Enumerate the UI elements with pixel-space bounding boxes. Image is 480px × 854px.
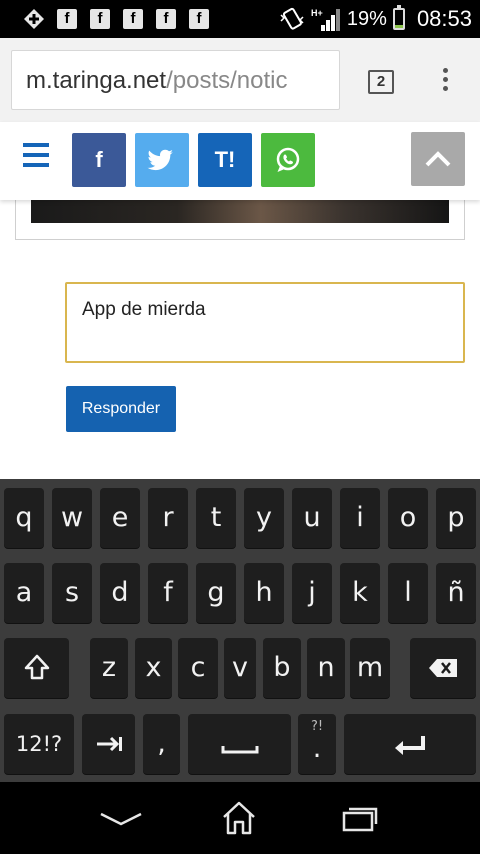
facebook-icon: f (189, 9, 209, 29)
tab-switcher-button[interactable]: 2 (368, 70, 394, 94)
key-x[interactable]: x (135, 638, 172, 698)
url-bar[interactable]: m.taringa.net/posts/notic (11, 50, 340, 110)
signal-icon: H+ (311, 8, 340, 31)
comma-key[interactable]: , (143, 714, 180, 774)
hamburger-menu-icon[interactable] (23, 143, 49, 173)
key-i[interactable]: i (340, 488, 380, 548)
shift-icon (24, 654, 49, 680)
key-q[interactable]: q (4, 488, 44, 548)
facebook-icon: f (123, 9, 143, 29)
whatsapp-share-button[interactable] (261, 133, 315, 187)
key-v[interactable]: v (224, 638, 256, 698)
status-bar: f f f f f H+ 19% 08:53 (0, 0, 480, 38)
key-l[interactable]: l (388, 563, 428, 623)
tab-key[interactable] (82, 714, 135, 774)
twitter-icon (147, 149, 173, 171)
svg-text:H+: H+ (311, 8, 323, 18)
facebook-icon: f (90, 9, 110, 29)
facebook-share-button[interactable]: f (72, 133, 126, 187)
key-w[interactable]: w (52, 488, 92, 548)
key-m[interactable]: m (350, 638, 390, 698)
key-h[interactable]: h (244, 563, 284, 623)
battery-icon (392, 5, 405, 30)
notification-icons: f f f f f (24, 9, 209, 29)
share-toolbar: f T! (0, 122, 480, 200)
tab-icon (96, 736, 122, 752)
key-e[interactable]: e (100, 488, 140, 548)
url-host: m.taringa.net (26, 67, 167, 94)
reply-submit-button[interactable]: Responder (66, 386, 176, 432)
key-u[interactable]: u (292, 488, 332, 548)
whatsapp-icon (276, 147, 300, 172)
enter-icon (395, 736, 425, 755)
key-k[interactable]: k (340, 563, 380, 623)
key-f[interactable]: f (148, 563, 188, 623)
backspace-key[interactable] (410, 638, 476, 698)
shift-key[interactable] (4, 638, 69, 698)
video-thumbnail[interactable] (31, 196, 449, 223)
vibrate-icon (280, 7, 304, 30)
key-t[interactable]: t (196, 488, 236, 548)
clock: 08:53 (416, 6, 472, 31)
key-s[interactable]: s (52, 563, 92, 623)
backspace-icon (429, 659, 457, 677)
key-o[interactable]: o (388, 488, 428, 548)
url-path: /posts/notic (166, 67, 288, 94)
key-g[interactable]: g (196, 563, 236, 623)
plus-icon (24, 9, 44, 29)
taringa-share-button[interactable]: T! (198, 133, 252, 187)
scroll-to-top-button[interactable] (411, 132, 465, 186)
key-p[interactable]: p (436, 488, 476, 548)
period-hint: ?! (310, 719, 324, 734)
key-j[interactable]: j (292, 563, 332, 623)
key-r[interactable]: r (148, 488, 188, 548)
reply-input[interactable]: App de mierda (65, 282, 465, 363)
space-icon (221, 746, 258, 754)
navigation-bar (0, 782, 480, 854)
key-c[interactable]: c (178, 638, 218, 698)
home-icon[interactable] (220, 800, 258, 836)
facebook-icon: f (57, 9, 77, 29)
chevron-up-icon (425, 151, 451, 167)
symbols-key[interactable]: 12!? (4, 714, 74, 774)
overflow-menu-icon[interactable] (443, 68, 449, 95)
key-d[interactable]: d (100, 563, 140, 623)
recent-apps-icon[interactable] (340, 800, 380, 836)
key-y[interactable]: y (244, 488, 284, 548)
twitter-share-button[interactable] (135, 133, 189, 187)
screen: f f f f f H+ 19% 08:53 m.taringa.net/pos… (0, 0, 480, 854)
system-indicators: H+ 19% 08:53 (279, 5, 472, 32)
enter-key[interactable] (344, 714, 476, 774)
key-n[interactable]: n (307, 638, 345, 698)
period-key[interactable]: ?! . (298, 714, 336, 774)
browser-toolbar: m.taringa.net/posts/notic 2 (0, 38, 480, 122)
back-chevron-icon[interactable] (98, 800, 144, 836)
soft-keyboard: q w e r t y u i o p a s d f g h j k l ñ … (0, 479, 480, 782)
key-a[interactable]: a (4, 563, 44, 623)
space-key[interactable] (188, 714, 291, 774)
battery-percent: 19% (346, 7, 387, 30)
facebook-icon: f (156, 9, 176, 29)
key-n-tilde[interactable]: ñ (436, 563, 476, 623)
key-b[interactable]: b (263, 638, 301, 698)
key-z[interactable]: z (90, 638, 128, 698)
